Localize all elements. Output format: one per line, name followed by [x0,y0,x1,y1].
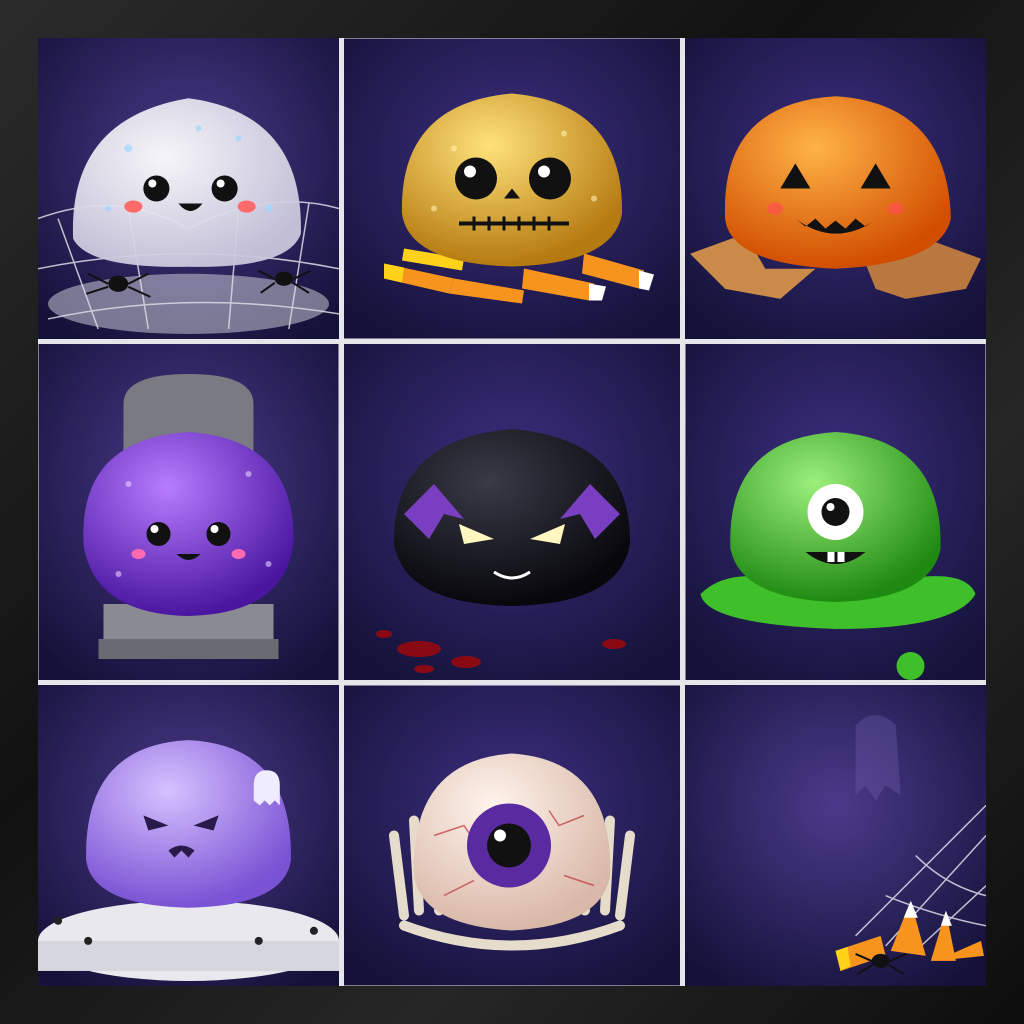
black-squishy-image [344,344,680,680]
lavender-squishy-image [38,685,339,986]
picture-frame [0,0,1024,1024]
tile-clear-squishy [38,38,339,339]
gold-squishy-image [344,38,680,339]
tile-grid [38,38,986,986]
orange-squishy-image [685,38,986,339]
corner-decor-image [685,685,986,986]
tile-corner-decor [685,685,986,986]
green-squishy-image [685,344,986,680]
tile-gold-squishy [344,38,680,339]
tile-eyeball-squishy [344,685,680,986]
tile-orange-squishy [685,38,986,339]
tile-purple-squishy [38,344,339,680]
tile-green-squishy [685,344,986,680]
eyeball-squishy-image [344,685,680,986]
white-pedestal [38,900,339,981]
tile-black-squishy [344,344,680,680]
ghost-icon [253,770,280,806]
tile-lavender-squishy [38,685,339,986]
purple-squishy-image [38,344,339,680]
clear-squishy-image [38,38,339,339]
